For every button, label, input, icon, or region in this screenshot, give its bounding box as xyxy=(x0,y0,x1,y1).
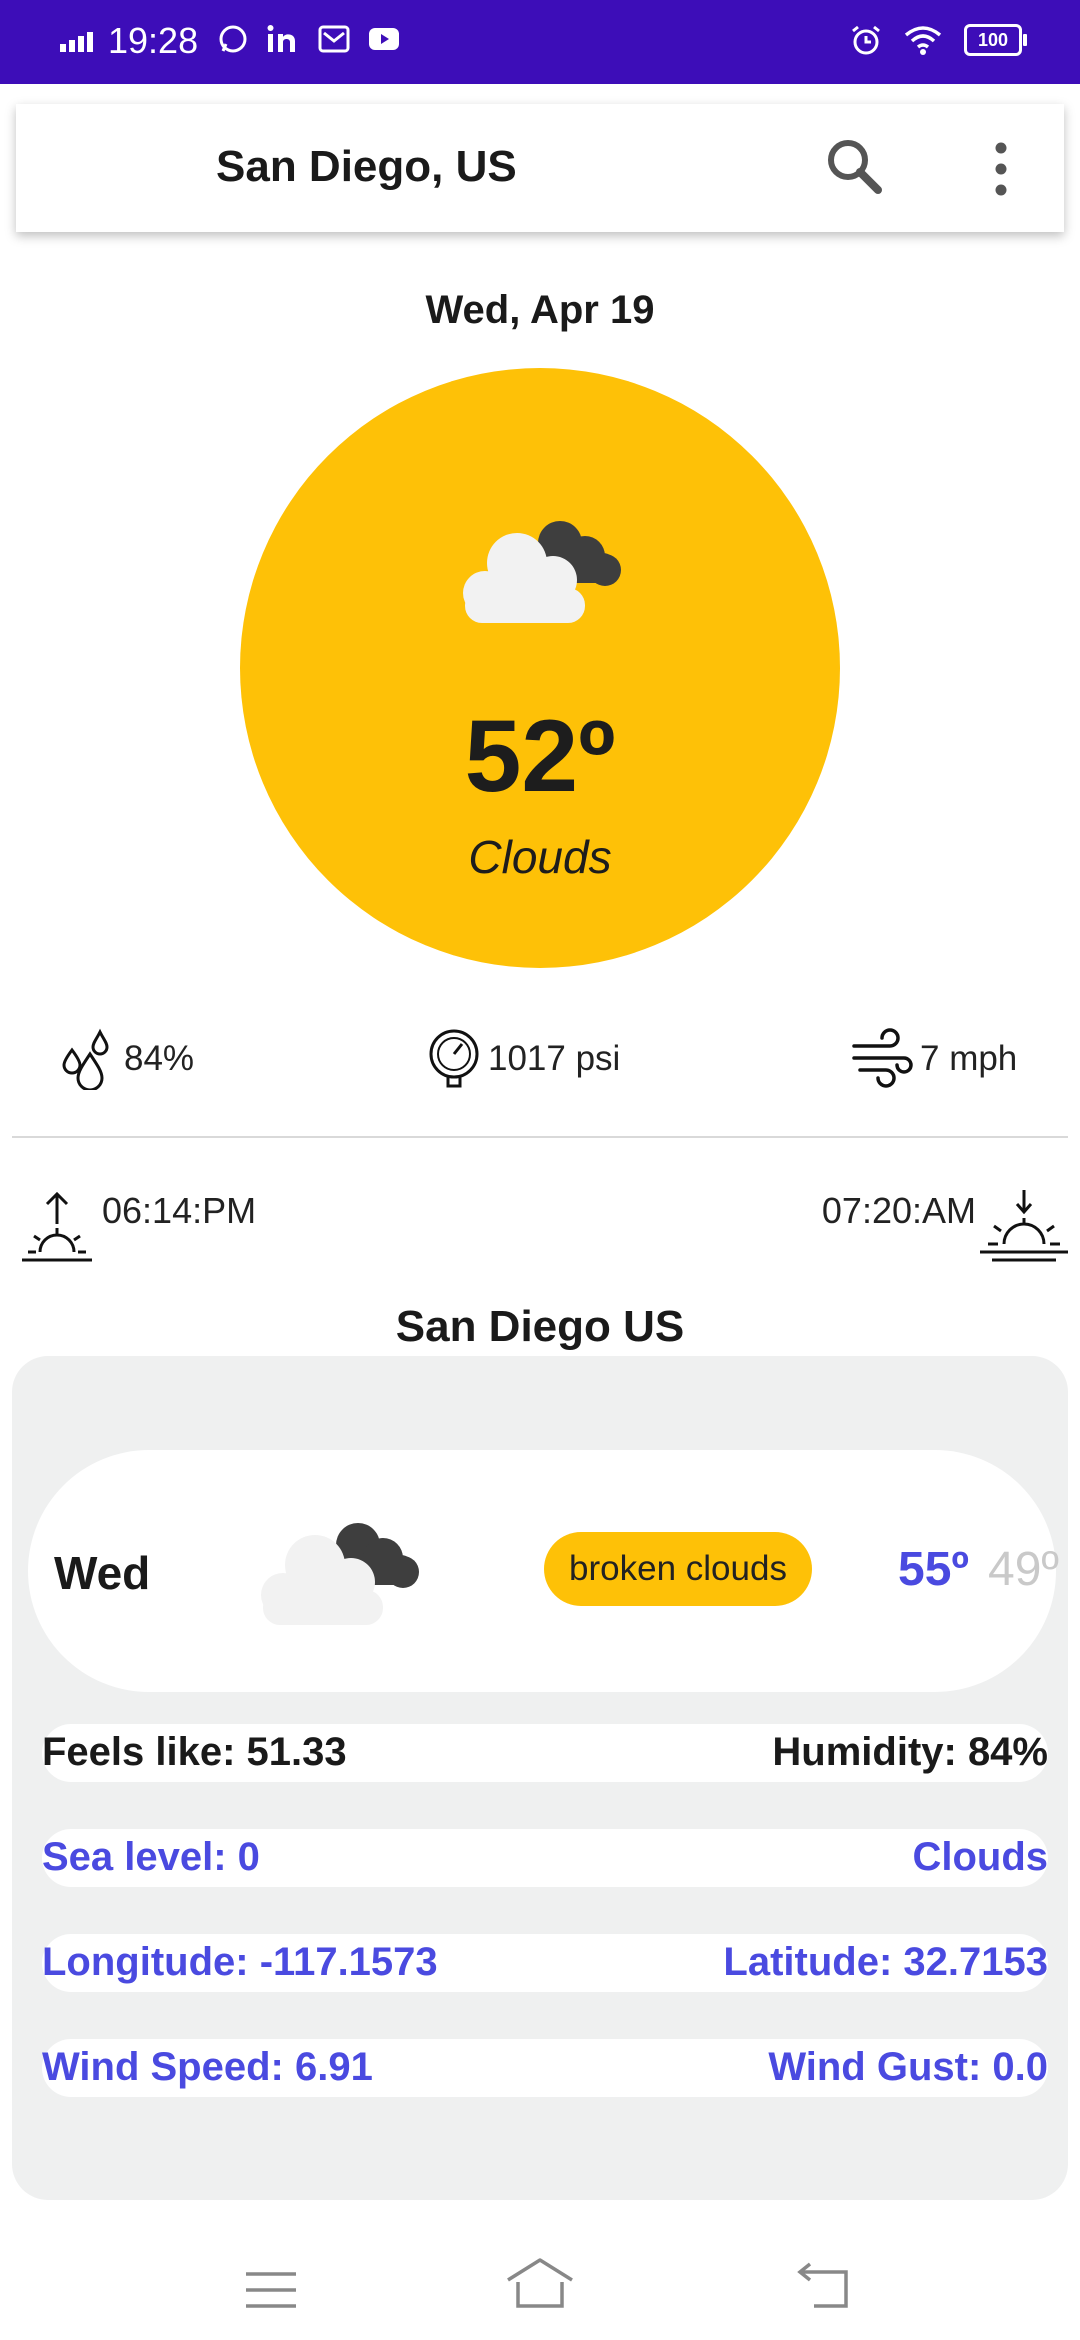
sunrise-time: 06:14:PM xyxy=(102,1190,257,1231)
status-bar: 19:28 100 xyxy=(0,0,1080,84)
pressure-value: 1017 psi xyxy=(488,1039,621,1078)
divider xyxy=(12,1136,1068,1138)
feels-like: Feels like: 51.33 xyxy=(42,1730,347,1774)
recent-apps-icon[interactable] xyxy=(244,2268,298,2312)
humidity-icon xyxy=(62,1028,109,1090)
forecast-day: Wed xyxy=(54,1547,151,1599)
mail-icon xyxy=(318,25,350,53)
sunset-icon xyxy=(980,1190,1068,1262)
humidity-value: 84% xyxy=(124,1039,195,1078)
wind-row: Wind Speed: 6.91 Wind Gust: 0.0 xyxy=(42,2039,1048,2097)
pressure-stat: 1017 psi xyxy=(426,1028,620,1090)
system-nav-bar xyxy=(0,2232,1080,2340)
wind-value: 7 mph xyxy=(920,1039,1018,1078)
sunset-time: 07:20:AM xyxy=(821,1190,976,1231)
wifi-icon xyxy=(904,26,942,55)
location-title: San Diego US xyxy=(395,1302,685,1351)
current-temperature: 52º xyxy=(464,699,616,813)
wind-stat: 7 mph xyxy=(850,1028,1017,1090)
wind-gust: Wind Gust: 0.0 xyxy=(768,2045,1048,2089)
current-condition: Clouds xyxy=(468,831,612,883)
pressure-gauge-icon xyxy=(429,1029,479,1088)
more-options-icon[interactable] xyxy=(986,140,1016,198)
battery-icon: 100 xyxy=(964,24,1027,56)
alarm-icon xyxy=(852,25,880,55)
forecast-card: Wed broken clouds 55º 49º Feels like: 51… xyxy=(12,1356,1068,2200)
whatsapp-icon xyxy=(219,25,247,53)
home-icon[interactable] xyxy=(504,2256,576,2312)
wind-speed: Wind Speed: 6.91 xyxy=(42,2045,373,2089)
search-icon[interactable] xyxy=(822,134,886,198)
current-date: Wed, Apr 19 xyxy=(425,288,655,332)
feels-like-row: Feels like: 51.33 Humidity: 84% xyxy=(42,1724,1048,1782)
sun-times-row: 06:14:PM 07:20:AM xyxy=(0,1180,1080,1280)
forecast-high: 55º xyxy=(898,1543,969,1596)
signal-icon xyxy=(60,32,93,52)
back-icon[interactable] xyxy=(796,2262,852,2312)
forecast-item[interactable]: Wed broken clouds 55º 49º xyxy=(28,1450,1059,1692)
forecast-description-badge: broken clouds xyxy=(544,1532,812,1606)
clock: 19:28 xyxy=(108,20,199,61)
linkedin-icon xyxy=(267,25,295,52)
coordinates-row: Longitude: -117.1573 Latitude: 32.7153 xyxy=(42,1934,1048,1992)
humidity-stat: 84% xyxy=(60,1028,194,1090)
sea-level: Sea level: 0 xyxy=(42,1835,260,1879)
latitude: Latitude: 32.7153 xyxy=(723,1940,1048,1984)
youtube-icon xyxy=(369,28,399,50)
sea-level-row: Sea level: 0 Clouds xyxy=(42,1829,1048,1887)
longitude: Longitude: -117.1573 xyxy=(42,1940,438,1984)
forecast-low: 49º xyxy=(988,1543,1059,1596)
main-condition: Clouds xyxy=(912,1835,1048,1879)
wind-icon xyxy=(852,1028,913,1088)
city-title: San Diego, US xyxy=(216,142,517,191)
sunrise-icon xyxy=(22,1191,92,1262)
humidity-detail: Humidity: 84% xyxy=(772,1730,1048,1774)
app-bar: San Diego, US xyxy=(16,104,1064,232)
cloudy-icon xyxy=(463,521,621,623)
stats-row: 84% 1017 psi 7 mph xyxy=(0,1024,1080,1094)
current-weather-circle: 52º Clouds xyxy=(240,368,840,968)
broken-clouds-icon xyxy=(261,1523,419,1625)
